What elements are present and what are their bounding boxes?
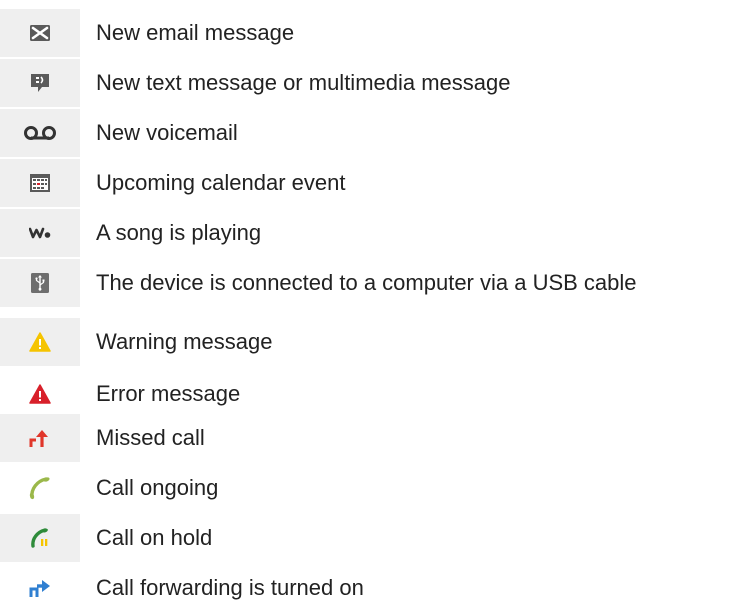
usb-icon [0,259,80,307]
call-forwarding-icon [0,564,80,612]
list-item: Error message [0,370,733,418]
list-item: A song is playing [0,209,733,257]
warning-icon [0,318,80,366]
list-item: Missed call [0,414,733,462]
list-item-label: Error message [96,381,241,406]
call-on-hold-icon [0,514,80,562]
list-item: Call ongoing [0,464,733,512]
error-icon [0,370,80,418]
walkman-icon [0,209,80,257]
voicemail-icon [0,109,80,157]
list-item-label: A song is playing [96,220,262,245]
list-item-label: Warning message [96,329,273,354]
list-item: Warning message [0,318,733,366]
list-item: The device is connected to a computer vi… [0,259,733,307]
list-item: Upcoming calendar event [0,159,733,207]
email-icon [0,9,80,57]
list-item: Call on hold [0,514,733,562]
list-item-label: Upcoming calendar event [96,170,346,195]
list-item-label: New text message or multimedia message [96,70,511,95]
call-ongoing-icon [0,464,80,512]
list-item-label: Call forwarding is turned on [96,575,364,600]
list-item-label: Missed call [96,425,205,450]
list-item-label: Call on hold [96,525,213,550]
list-item: New email message [0,9,733,57]
calendar-icon [0,159,80,207]
list-item-label: New voicemail [96,120,238,145]
list-item: New text message or multimedia message [0,59,733,107]
list-item: Call forwarding is turned on [0,564,733,612]
missed-call-icon [0,414,80,462]
text-message-icon [0,59,80,107]
list-item-label: Call ongoing [96,475,219,500]
list-item: New voicemail [0,109,733,157]
list-item-label: The device is connected to a computer vi… [96,270,637,295]
list-item-label: New email message [96,20,295,45]
